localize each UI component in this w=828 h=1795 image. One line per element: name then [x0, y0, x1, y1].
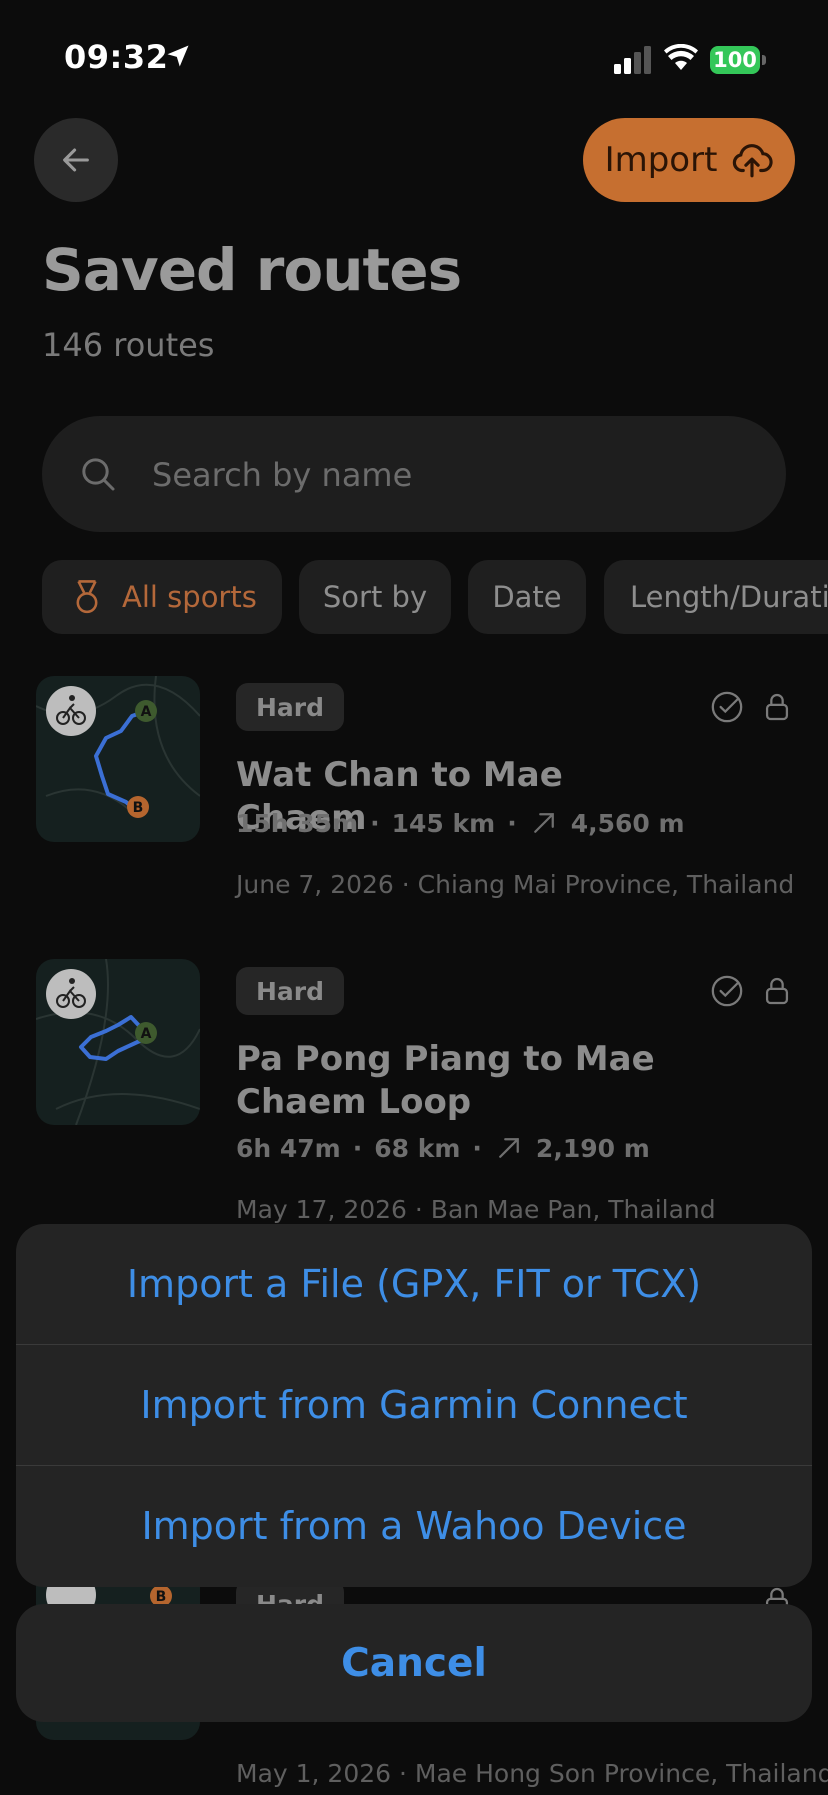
search-placeholder: Search by name: [152, 456, 413, 494]
route-title-line: Pa Pong Piang to Mae: [236, 1039, 655, 1079]
medal-icon: [76, 580, 98, 614]
cloud-upload-icon: [733, 144, 774, 178]
stat-separator: ·: [370, 808, 380, 838]
filter-all-sports-label: All sports: [122, 580, 257, 614]
svg-text:B: B: [156, 1589, 167, 1605]
cancel-button[interactable]: Cancel: [16, 1604, 812, 1722]
search-icon: [82, 458, 115, 491]
svg-text:A: A: [141, 704, 152, 720]
route-stats: 6h 47m · 68 km · 2,190 m: [236, 1133, 650, 1163]
back-button[interactable]: [34, 118, 118, 202]
route-meta: May 17, 2026 · Ban Mae Pan, Thailand: [236, 1195, 716, 1224]
import-wahoo-option[interactable]: Import from a Wahoo Device: [16, 1466, 812, 1586]
check-circle-icon[interactable]: [710, 974, 744, 1008]
battery-cap: [762, 55, 766, 65]
route-distance: 145 km: [391, 808, 496, 838]
route-map: A: [36, 959, 200, 1125]
import-action-sheet: Import a File (GPX, FIT or TCX) Import f…: [16, 1224, 812, 1587]
filter-sort-by[interactable]: Sort by: [299, 560, 451, 634]
import-file-option[interactable]: Import a File (GPX, FIT or TCX): [16, 1224, 812, 1344]
import-button-label: Import: [604, 140, 718, 180]
battery-indicator: 100: [710, 46, 760, 74]
route-map-thumbnail[interactable]: A: [36, 959, 200, 1125]
import-button[interactable]: Import: [583, 118, 795, 202]
import-garmin-option[interactable]: Import from Garmin Connect: [16, 1345, 812, 1465]
lock-icon[interactable]: [760, 690, 794, 724]
filter-date[interactable]: Date: [468, 560, 586, 634]
route-duration: 15h 35m: [236, 808, 359, 838]
route-elevation: 2,190 m: [535, 1133, 650, 1163]
arrow-left-icon: [63, 148, 89, 172]
elevation-arrow-icon: [499, 1138, 519, 1158]
route-meta: June 7, 2026 · Chiang Mai Province, Thai…: [236, 870, 795, 899]
difficulty-badge: Hard: [236, 683, 345, 731]
location-arrow-icon: [167, 45, 189, 67]
route-map: A B: [36, 676, 200, 818]
route-meta: May 1, 2026 · Mae Hong Son Province, Tha…: [236, 1759, 828, 1788]
page-title: Saved routes: [42, 236, 462, 304]
route-distance: 68 km: [374, 1133, 461, 1163]
route-map-thumbnail[interactable]: A B: [36, 676, 200, 842]
elevation-arrow-icon: [533, 813, 554, 833]
cellular-signal-icon: [614, 46, 651, 74]
svg-text:A: A: [141, 1026, 152, 1042]
wifi-icon: [664, 44, 698, 70]
stat-separator: ·: [472, 1133, 482, 1163]
svg-text:B: B: [133, 800, 144, 816]
filter-all-sports[interactable]: All sports: [42, 560, 282, 634]
route-count: 146 routes: [42, 326, 215, 364]
difficulty-badge: Hard: [236, 967, 345, 1015]
route-stats: 15h 35m · 145 km · 4,560 m: [236, 808, 685, 838]
check-circle-icon[interactable]: [710, 690, 744, 724]
route-title[interactable]: Pa Pong Piang to Mae Chaem Loop: [236, 1038, 696, 1124]
stat-separator: ·: [352, 1133, 363, 1163]
route-title-line: Chaem Loop: [236, 1082, 472, 1122]
route-elevation: 4,560 m: [570, 808, 685, 838]
status-time: 09:32: [64, 38, 169, 76]
stat-separator: ·: [507, 808, 517, 838]
filter-length-duration[interactable]: Length/Durati: [604, 560, 828, 634]
lock-icon[interactable]: [760, 974, 794, 1008]
route-duration: 6h 47m: [236, 1133, 341, 1163]
